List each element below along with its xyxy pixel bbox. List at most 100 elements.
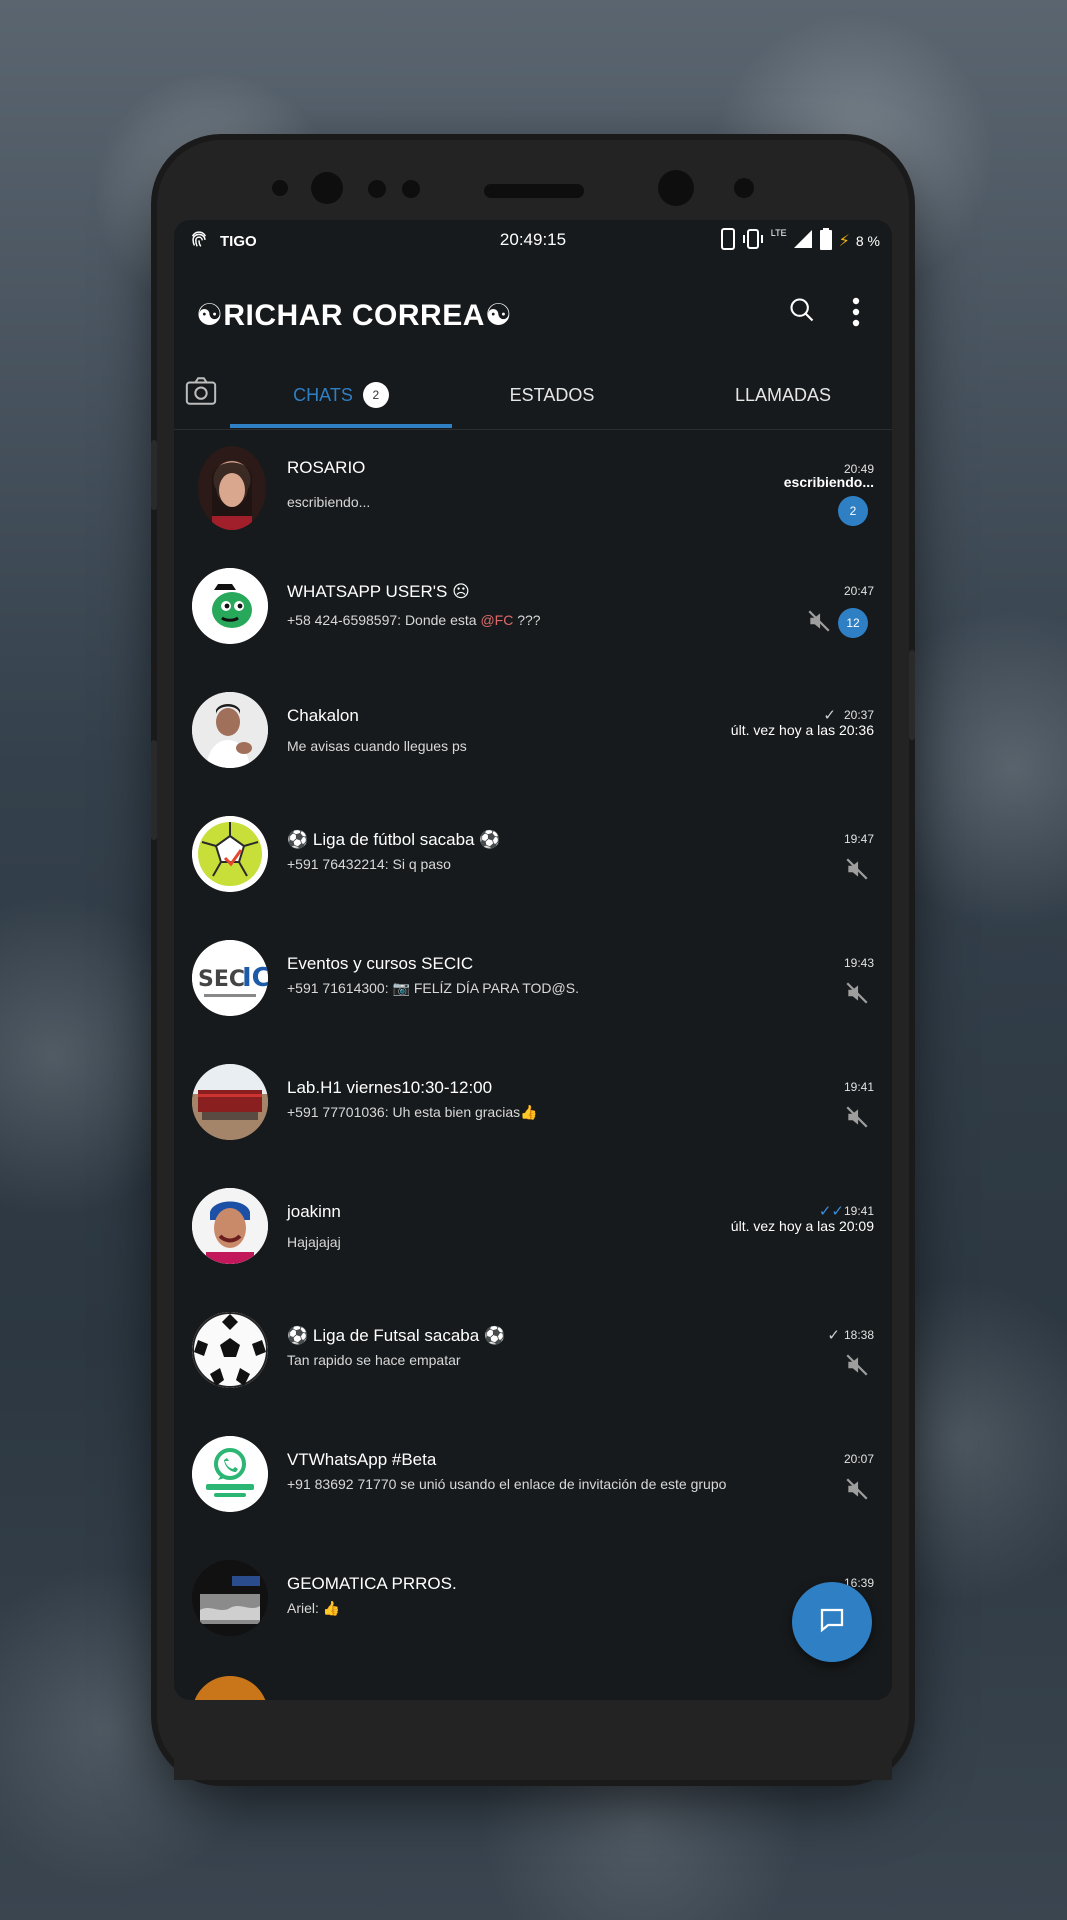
avatar[interactable] xyxy=(192,1436,268,1512)
chat-name: ROSARIO xyxy=(287,458,366,477)
app-bar: ☯RICHAR CORREA☯ xyxy=(174,260,892,360)
camera-icon[interactable] xyxy=(184,374,222,412)
avatar[interactable] xyxy=(192,692,268,768)
chat-row[interactable]: GEOMATICA PRROS. Ariel: 👍 16:39 xyxy=(174,1548,892,1671)
chat-row[interactable]: WHATSAPP USER'S ☹ +58 424-6598597: Donde… xyxy=(174,556,892,679)
chat-time: 19:41 xyxy=(843,1204,874,1218)
mute-icon xyxy=(844,856,870,882)
chat-preview: +58 424-6598597: Donde esta @FC ??? xyxy=(287,612,541,628)
chat-preview-mention: @FC xyxy=(480,612,514,628)
new-chat-icon xyxy=(817,1605,847,1640)
chat-row[interactable]: SEC IC Eventos y cursos SECIC +591 716143… xyxy=(174,928,892,1051)
tab-llamadas-label: LLAMADAS xyxy=(734,384,832,405)
status-bar: TIGO 20:49:15 LTE ⚡ 8 % xyxy=(174,220,892,260)
battery-icon xyxy=(819,228,833,253)
chat-name: Lab.H1 viernes10:30-12:00 xyxy=(287,1078,493,1097)
chat-row[interactable]: ⚽ Liga de Futsal sacaba ⚽ Tan rapido se … xyxy=(174,1300,892,1423)
vibrate-icon xyxy=(741,228,765,253)
avatar[interactable] xyxy=(192,1560,268,1636)
svg-text:SEC: SEC xyxy=(198,967,245,992)
search-icon[interactable] xyxy=(788,296,816,329)
tab-chats[interactable]: CHATS 2 xyxy=(230,360,452,430)
chat-preview: +591 77701036: Uh esta bien gracias👍 xyxy=(287,1104,538,1120)
front-camera xyxy=(311,172,343,204)
chat-row[interactable]: ROSARIO escribiendo... 20:49 escribiendo… xyxy=(174,432,892,555)
sensor-dot xyxy=(734,178,754,198)
chat-name: VTWhatsApp #Beta xyxy=(287,1450,437,1469)
more-vert-icon[interactable] xyxy=(844,294,868,330)
chat-preview: +91 83692 71770 se unió usando el enlace… xyxy=(287,1476,727,1492)
chat-time: 20:47 xyxy=(843,584,874,598)
avatar[interactable] xyxy=(192,568,268,644)
volume-down-button xyxy=(151,740,157,840)
chat-preview: Ariel: 👍 xyxy=(287,1600,341,1616)
signal-icon xyxy=(793,229,813,252)
chat-time: 20:37 xyxy=(843,708,874,722)
earpiece-speaker xyxy=(484,184,584,198)
mute-icon xyxy=(806,608,832,634)
chat-name: WHATSAPP USER'S ☹ xyxy=(287,582,470,601)
mute-icon xyxy=(844,980,870,1006)
chat-name: GEOMATICA PRROS. xyxy=(287,1574,457,1593)
chat-preview: Me avisas cuando llegues ps xyxy=(287,738,467,754)
tab-bar: CHATS 2 ESTADOS LLAMADAS xyxy=(174,360,892,430)
chat-preview: escribiendo... xyxy=(287,494,371,510)
new-chat-button[interactable] xyxy=(792,1582,872,1662)
chat-preview: Tan rapido se hace empatar xyxy=(287,1352,461,1368)
charging-icon: ⚡ xyxy=(838,232,850,250)
sensor-dot xyxy=(272,180,288,196)
chat-row[interactable]: joakinn Hajajajaj ✓✓ 19:41 últ. vez hoy … xyxy=(174,1176,892,1299)
front-camera-secondary xyxy=(658,170,694,206)
avatar[interactable] xyxy=(192,1064,268,1140)
network-type: LTE xyxy=(770,228,787,238)
chat-preview: +591 71614300: 📷 FELÍZ DÍA PARA TOD@S. xyxy=(287,980,579,996)
chat-row[interactable] xyxy=(174,1672,892,1700)
tab-estados[interactable]: ESTADOS xyxy=(452,360,652,430)
svg-text:IC: IC xyxy=(242,963,268,993)
chat-preview: Hajajajaj xyxy=(287,1234,341,1250)
chat-row[interactable]: VTWhatsApp #Beta +91 83692 71770 se unió… xyxy=(174,1424,892,1547)
tab-llamadas[interactable]: LLAMADAS xyxy=(674,360,892,430)
chat-name: Chakalon xyxy=(287,706,359,725)
chat-row[interactable]: Lab.H1 viernes10:30-12:00 +591 77701036:… xyxy=(174,1052,892,1175)
mute-icon xyxy=(844,1352,870,1378)
last-seen: últ. vez hoy a las 20:36 xyxy=(730,722,874,738)
chat-time: 18:38 xyxy=(843,1328,874,1342)
app-title: ☯RICHAR CORREA☯ xyxy=(196,299,513,332)
tab-estados-label: ESTADOS xyxy=(509,384,595,405)
chat-name: joakinn xyxy=(287,1202,341,1221)
chat-preview-text: ??? xyxy=(513,612,541,628)
mute-icon xyxy=(844,1476,870,1502)
chat-row[interactable]: Chakalon Me avisas cuando llegues ps ✓ 2… xyxy=(174,680,892,803)
power-button xyxy=(909,650,915,740)
avatar[interactable] xyxy=(192,1188,268,1264)
unread-badge: 12 xyxy=(838,608,868,638)
chat-time: 20:07 xyxy=(843,1452,874,1466)
sensor-dot xyxy=(402,180,420,198)
chat-row[interactable]: ⚽ Liga de fútbol sacaba ⚽ +591 76432214:… xyxy=(174,804,892,927)
avatar[interactable] xyxy=(198,446,266,530)
avatar[interactable]: SEC IC xyxy=(192,940,268,1016)
chat-time: 19:41 xyxy=(843,1080,874,1094)
app-screen: TIGO 20:49:15 LTE ⚡ 8 % ☯RICHAR CORREA☯ xyxy=(174,220,892,1700)
chat-name: ⚽ Liga de fútbol sacaba ⚽ xyxy=(287,830,501,849)
avatar[interactable] xyxy=(192,816,268,892)
last-seen: últ. vez hoy a las 20:09 xyxy=(730,1218,874,1234)
tab-indicator xyxy=(230,424,452,428)
chat-time: 19:43 xyxy=(843,956,874,970)
unread-badge: 2 xyxy=(838,496,868,526)
avatar[interactable] xyxy=(192,1312,268,1388)
typing-status: escribiendo... xyxy=(783,474,874,490)
chat-name: ⚽ Liga de Futsal sacaba ⚽ xyxy=(287,1326,506,1345)
chat-preview-sender: +58 424-6598597: Donde esta xyxy=(287,612,481,628)
phone-icon xyxy=(720,228,735,253)
mute-icon xyxy=(844,1104,870,1130)
chat-name: Eventos y cursos SECIC xyxy=(287,954,474,973)
sent-check-icon: ✓ xyxy=(827,1327,840,1344)
battery-level: 8 % xyxy=(855,232,880,249)
avatar[interactable] xyxy=(192,1676,268,1700)
sensor-dot xyxy=(368,180,386,198)
chat-preview: +591 76432214: Si q paso xyxy=(287,856,451,872)
phone-bottom-bezel xyxy=(174,1700,892,1780)
volume-up-button xyxy=(151,440,157,510)
